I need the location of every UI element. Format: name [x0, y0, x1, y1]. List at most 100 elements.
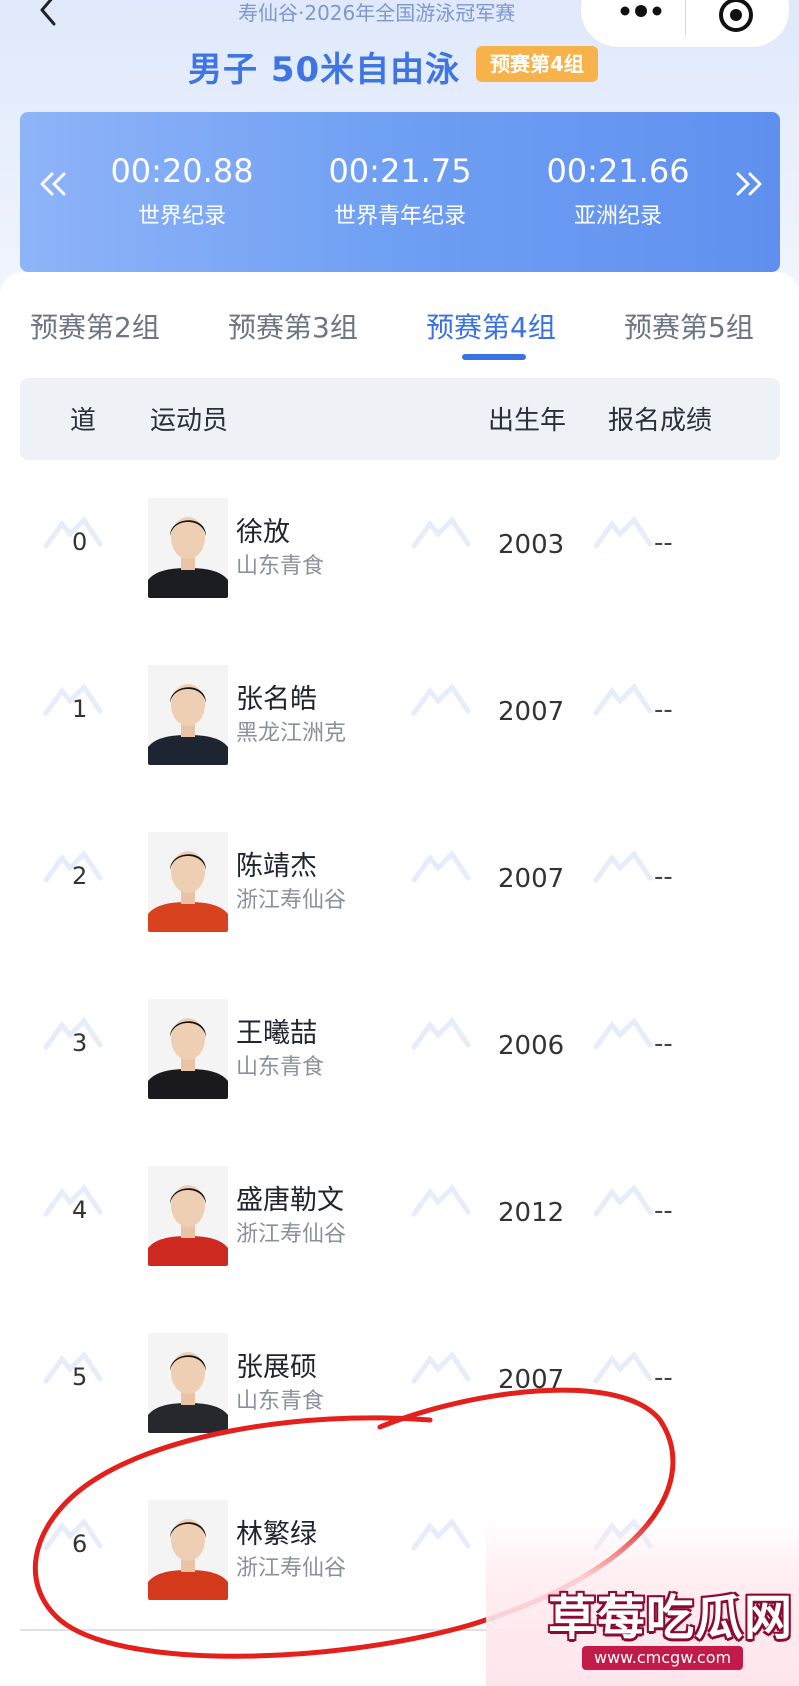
- athlete-team: 浙江寿仙谷: [236, 1222, 347, 1247]
- athlete-photo: [148, 498, 228, 598]
- capsule-divider: [685, 0, 686, 35]
- record-time: 00:20.88: [110, 152, 254, 190]
- record-label: 世界纪录: [137, 204, 226, 229]
- watermark-logo-icon: [411, 1017, 471, 1050]
- record-item: 00:21.66 亚洲纪录: [508, 152, 728, 230]
- double-chevron-left-icon: [40, 172, 66, 196]
- table-row[interactable]: 3 王曦喆 山东青食 2006 --: [20, 961, 780, 1130]
- watermark-logo-icon: [411, 1351, 471, 1384]
- table-row[interactable]: 5 张展硕山东青食 2007 --: [20, 1295, 780, 1464]
- athlete-photo: [148, 1500, 228, 1600]
- watermark-logo-icon: [411, 850, 471, 883]
- tab-heat-2[interactable]: 预赛第2组: [30, 306, 160, 346]
- site-watermark: 草莓吃瓜网 www.cmcgw.com: [486, 1518, 799, 1686]
- entry-time: --: [654, 528, 673, 558]
- lane-number: 3: [72, 1029, 88, 1057]
- watermark-logo-icon: [593, 1351, 653, 1384]
- column-header-lane: 道: [70, 406, 97, 436]
- watermark-logo-icon: [593, 516, 653, 549]
- watermark-logo-icon: [593, 1017, 653, 1050]
- lane-number: 2: [72, 862, 88, 890]
- watermark-logo-icon: [593, 683, 653, 716]
- lane-number: 1: [72, 695, 88, 723]
- lane-number: 5: [72, 1363, 88, 1391]
- target-icon: [719, 0, 753, 32]
- entry-time: --: [654, 1363, 673, 1393]
- tab-heat-3[interactable]: 预赛第3组: [228, 306, 358, 346]
- table-row[interactable]: 1 张名皓黑龙江洲克 2007 --: [20, 627, 780, 796]
- close-miniprogram-button[interactable]: [711, 0, 761, 37]
- watermark-logo-icon: [411, 1184, 471, 1217]
- watermark-logo-icon: [411, 1518, 471, 1551]
- lane-number: 6: [72, 1530, 88, 1558]
- mini-program-capsule: [580, 0, 790, 48]
- tab-heat-5[interactable]: 预赛第5组: [624, 306, 754, 346]
- lane-number: 4: [72, 1196, 88, 1224]
- avatar: [148, 999, 228, 1099]
- table-row[interactable]: 2 陈靖杰浙江寿仙谷 2007 --: [20, 794, 780, 963]
- watermark-title: 草莓吃瓜网: [548, 1590, 794, 1646]
- page-title: 男子 50米自由泳: [188, 50, 461, 90]
- athlete-name: 林繁绿: [236, 1519, 317, 1550]
- avatar: [148, 1333, 228, 1433]
- records-prev-button[interactable]: [34, 164, 74, 204]
- watermark-logo-icon: [411, 516, 471, 549]
- record-time: 00:21.75: [328, 152, 472, 190]
- records-banner: 00:20.88 世界纪录 00:21.75 世界青年纪录 00:21.66 亚…: [20, 112, 780, 272]
- athlete-photo: [148, 999, 228, 1099]
- athlete-team: 浙江寿仙谷: [236, 888, 347, 913]
- birth-year: 2003: [498, 530, 565, 560]
- athlete-photo: [148, 1333, 228, 1433]
- birth-year: 2012: [498, 1198, 565, 1228]
- athlete-photo: [148, 665, 228, 765]
- records-next-button[interactable]: [728, 164, 768, 204]
- back-button[interactable]: [30, 0, 70, 30]
- event-name: 寿仙谷·2026年全国游泳冠军赛: [238, 1, 516, 25]
- record-label: 世界青年纪录: [333, 204, 466, 229]
- birth-year: 2007: [498, 697, 565, 727]
- record-item: 00:21.75 世界青年纪录: [290, 152, 510, 230]
- heat-tabs: 预赛第2组 预赛第3组 预赛第4组 预赛第5组: [0, 272, 799, 382]
- avatar: [148, 1166, 228, 1266]
- active-tab-indicator: [462, 354, 526, 360]
- athlete-team: 山东青食: [236, 1389, 325, 1414]
- record-item: 00:20.88 世界纪录: [72, 152, 292, 230]
- entry-time: --: [654, 862, 673, 892]
- athlete-name: 王曦喆: [236, 1018, 317, 1049]
- heat-badge: 预赛第4组: [476, 46, 598, 82]
- double-chevron-right-icon: [736, 172, 762, 196]
- watermark-logo-icon: [593, 1184, 653, 1217]
- athlete-photo: [148, 1166, 228, 1266]
- athlete-team: 山东青食: [236, 554, 325, 579]
- athlete-name: 陈靖杰: [236, 851, 317, 882]
- lane-number: 0: [72, 528, 88, 556]
- more-button[interactable]: [611, 0, 671, 29]
- avatar: [148, 1500, 228, 1600]
- watermark-logo-icon: [411, 683, 471, 716]
- avatar: [148, 665, 228, 765]
- watermark-logo-icon: [593, 850, 653, 883]
- entry-time: --: [654, 1029, 673, 1059]
- record-time: 00:21.66: [546, 152, 690, 190]
- entry-time: --: [654, 695, 673, 725]
- table-row[interactable]: 0 徐放山东青食 2003 --: [20, 460, 780, 629]
- table-header: 道 运动员 出生年 报名成绩: [20, 378, 780, 460]
- athlete-team: 黑龙江洲克: [236, 721, 347, 746]
- athlete-team: 浙江寿仙谷: [236, 1556, 347, 1581]
- athlete-photo: [148, 832, 228, 932]
- tab-heat-4[interactable]: 预赛第4组: [426, 306, 556, 346]
- athlete-team: 山东青食: [236, 1055, 325, 1080]
- athlete-name: 盛唐勒文: [236, 1185, 344, 1216]
- athlete-name: 徐放: [236, 517, 290, 548]
- table-row[interactable]: 4 盛唐勒文 浙江寿仙谷 2012 --: [20, 1128, 780, 1297]
- watermark-url: www.cmcgw.com: [582, 1646, 744, 1670]
- athlete-name: 张名皓: [236, 684, 317, 715]
- chevron-left-icon: [40, 0, 56, 26]
- birth-year: 2007: [498, 1365, 565, 1395]
- avatar: [148, 498, 228, 598]
- column-header-athlete: 运动员: [150, 406, 229, 436]
- avatar: [148, 832, 228, 932]
- column-header-birth-year: 出生年: [488, 406, 567, 436]
- birth-year: 2007: [498, 864, 565, 894]
- athlete-name: 张展硕: [236, 1352, 317, 1383]
